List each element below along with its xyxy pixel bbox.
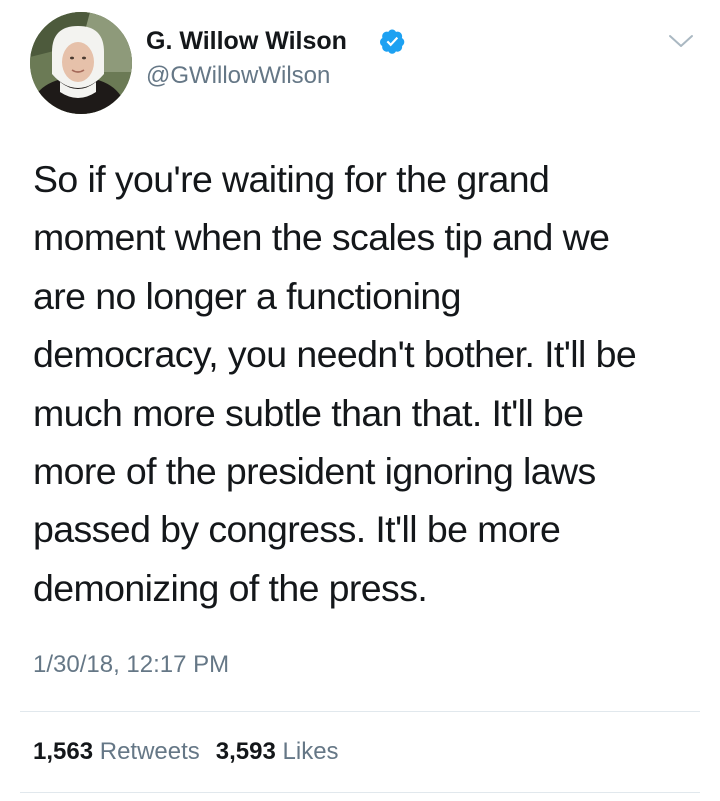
retweets-label: Retweets — [99, 738, 200, 765]
tweet-header: G. Willow Wilson @GWillowWilson — [0, 0, 720, 120]
chevron-down-icon[interactable] — [668, 32, 694, 50]
likes-stat[interactable]: 3,593 Likes — [216, 735, 339, 769]
likes-label: Likes — [282, 738, 339, 765]
author-handle[interactable]: @GWillowWilson — [146, 61, 330, 91]
tweet-text: So if you're waiting for the grand momen… — [33, 158, 637, 609]
divider — [20, 792, 700, 793]
retweets-count: 1,563 — [33, 738, 94, 765]
avatar[interactable] — [30, 12, 132, 114]
tweet-timestamp[interactable]: 1/30/18, 12:17 PM — [33, 650, 229, 680]
tweet-stats: 1,563 Retweets 3,593 Likes — [33, 735, 339, 769]
verified-badge-icon — [380, 29, 405, 54]
avatar-image — [30, 12, 132, 114]
author-display-name[interactable]: G. Willow Wilson — [146, 26, 347, 56]
likes-count: 3,593 — [215, 738, 276, 765]
divider — [20, 711, 700, 712]
retweets-stat[interactable]: 1,563 Retweets — [33, 735, 200, 769]
